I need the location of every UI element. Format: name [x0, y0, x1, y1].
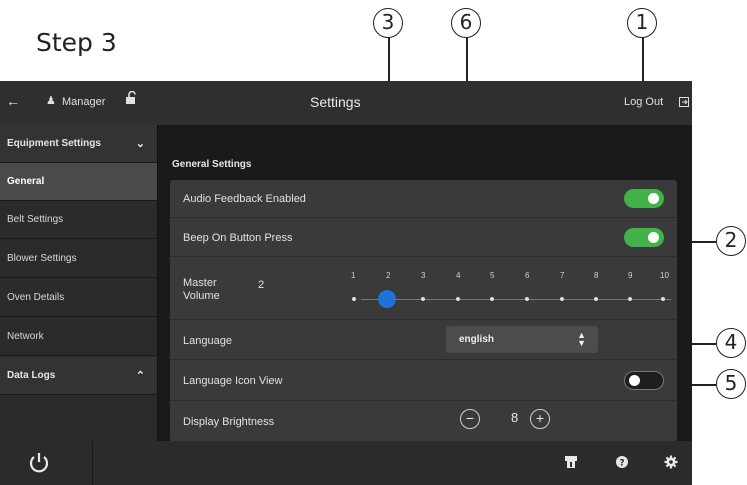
chevron-up-icon: ⌃ [135, 370, 145, 382]
sidebar-item-network[interactable]: Network [0, 318, 157, 356]
beep-on-press-label: Beep On Button Press [183, 232, 293, 244]
volume-slider-stop [525, 297, 529, 301]
sidebar-item-label: Equipment Settings [7, 138, 101, 149]
volume-slider-stop [456, 297, 460, 301]
user-role-label: Manager [62, 96, 106, 108]
master-volume-value: 2 [258, 279, 265, 291]
sidebar-item-blower-settings[interactable]: Blower Settings [0, 240, 157, 278]
language-select[interactable]: english ▲ ▼ [446, 326, 598, 353]
callout-1: 1 [627, 8, 657, 38]
volume-tick-label: 10 [660, 271, 669, 280]
person-icon: ♟ [46, 95, 56, 107]
sidebar-item-label: Oven Details [7, 292, 65, 303]
sidebar-item-belt-settings[interactable]: Belt Settings [0, 201, 157, 239]
brightness-increase-button[interactable]: + [530, 409, 550, 429]
unlock-icon[interactable] [124, 90, 138, 110]
volume-slider-stop [628, 297, 632, 301]
bottom-bar: ? [0, 441, 692, 485]
toggle-knob [648, 193, 659, 204]
volume-slider-stop [490, 297, 494, 301]
callout-2: 2 [716, 226, 746, 256]
sidebar-item-general[interactable]: General [0, 163, 157, 201]
settings-card: Audio Feedback Enabled Beep On Button Pr… [170, 180, 677, 442]
volume-tick-label: 2 [386, 271, 391, 280]
display-brightness-label: Display Brightness [183, 416, 275, 428]
volume-tick-label: 7 [560, 271, 565, 280]
volume-tick-label: 4 [456, 271, 461, 280]
volume-tick-label: 6 [525, 271, 530, 280]
language-select-value: english [459, 334, 495, 345]
language-label: Language [183, 335, 232, 347]
callout-6: 6 [451, 8, 481, 38]
chevron-down-icon: ⌄ [135, 138, 145, 150]
step-title: Step 3 [36, 28, 117, 57]
select-arrows-icon: ▲ ▼ [577, 330, 586, 348]
volume-tick-label: 1 [351, 271, 356, 280]
volume-slider-track[interactable] [361, 299, 671, 300]
help-icon[interactable]: ? [615, 455, 629, 474]
callout-5: 5 [716, 369, 746, 399]
logout-icon[interactable] [679, 94, 689, 112]
row-master-volume: Master Volume 2 1 2 3 4 5 6 7 8 9 10 [170, 257, 677, 320]
top-bar: ← ♟ Manager Settings Log Out [0, 81, 692, 125]
power-icon[interactable] [28, 451, 50, 480]
page-title: Settings [310, 94, 361, 110]
volume-slider-thumb[interactable] [378, 290, 396, 308]
sidebar-group-data-logs[interactable]: Data Logs ⌃ [0, 357, 157, 395]
brightness-value: 8 [511, 410, 519, 425]
sidebar-item-label: Belt Settings [7, 214, 64, 225]
volume-slider-stop [594, 297, 598, 301]
row-audio-feedback: Audio Feedback Enabled [170, 180, 677, 218]
audio-feedback-label: Audio Feedback Enabled [183, 193, 306, 205]
volume-tick-label: 8 [594, 271, 599, 280]
beep-on-press-toggle[interactable] [624, 228, 664, 247]
sidebar-item-label: Blower Settings [7, 253, 77, 264]
logout-button[interactable]: Log Out [624, 96, 663, 108]
callout-4: 4 [716, 328, 746, 358]
sidebar-group-equipment-settings[interactable]: Equipment Settings ⌄ [0, 125, 157, 163]
divider [92, 441, 93, 485]
row-language: Language english ▲ ▼ [170, 320, 677, 360]
volume-slider-stop [560, 297, 564, 301]
settings-content: General Settings Audio Feedback Enabled … [158, 125, 692, 442]
svg-text:?: ? [619, 459, 624, 469]
device-screen: ← ♟ Manager Settings Log Out Equipment S… [0, 81, 692, 485]
volume-tick-label: 9 [628, 271, 633, 280]
master-volume-label-line1: Master [183, 277, 217, 289]
master-volume-label-line2: Volume [183, 290, 220, 302]
language-icon-view-label: Language Icon View [183, 375, 283, 387]
callout-3: 3 [373, 8, 403, 38]
volume-slider-stop [421, 297, 425, 301]
gear-icon[interactable] [664, 455, 678, 474]
toggle-knob [629, 375, 640, 386]
sidebar: Equipment Settings ⌄ General Belt Settin… [0, 125, 158, 441]
volume-slider-stop [352, 297, 356, 301]
volume-tick-label: 5 [490, 271, 495, 280]
sidebar-item-oven-details[interactable]: Oven Details [0, 279, 157, 317]
section-title: General Settings [172, 159, 252, 170]
sidebar-item-label: Network [7, 331, 44, 342]
toggle-knob [648, 232, 659, 243]
row-language-icon-view: Language Icon View [170, 360, 677, 401]
volume-tick-label: 3 [421, 271, 426, 280]
clean-icon[interactable] [564, 455, 578, 474]
volume-slider-stop [661, 297, 665, 301]
sidebar-item-label: Data Logs [7, 370, 56, 381]
language-icon-view-toggle[interactable] [624, 371, 664, 390]
row-beep-on-press: Beep On Button Press [170, 218, 677, 257]
brightness-decrease-button[interactable]: − [460, 409, 480, 429]
audio-feedback-toggle[interactable] [624, 189, 664, 208]
sidebar-item-label: General [7, 176, 45, 187]
back-arrow-icon[interactable]: ← [6, 93, 20, 109]
row-display-brightness: Display Brightness − 8 + [170, 401, 677, 442]
